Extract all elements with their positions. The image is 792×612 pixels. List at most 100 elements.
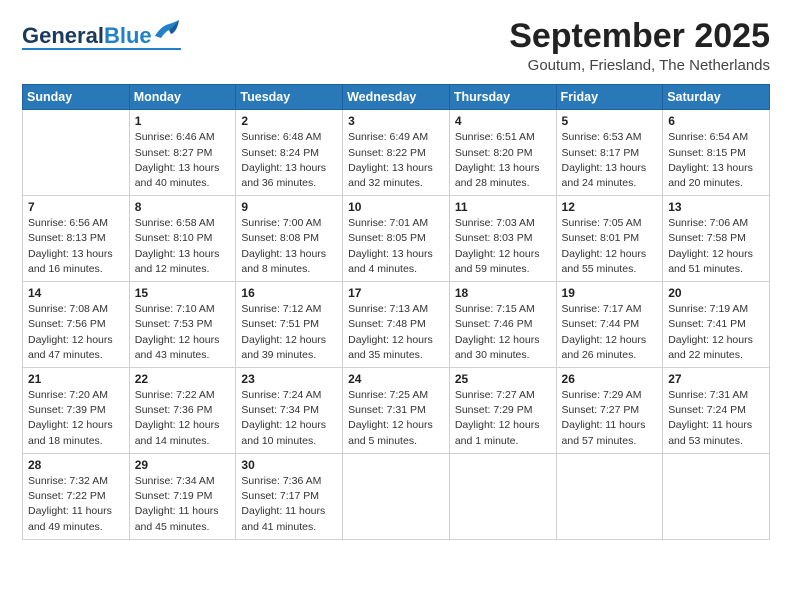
calendar-cell bbox=[23, 110, 130, 196]
day-number: 3 bbox=[348, 114, 444, 128]
calendar-cell: 4Sunrise: 6:51 AM Sunset: 8:20 PM Daylig… bbox=[449, 110, 556, 196]
calendar-cell: 14 Sunrise: 7:08 AM Sunset: 7:56 PM Dayli… bbox=[23, 282, 130, 368]
day-info: Sunrise: 7:13 AM Sunset: 7:48 PM Dayligh… bbox=[348, 302, 444, 363]
day-number: 10 bbox=[348, 200, 444, 214]
calendar-cell: 23 Sunrise: 7:24 AM Sunset: 7:34 PM Dayli… bbox=[236, 368, 343, 454]
day-info: Sunrise: 7:29 AM Sunset: 7:27 PM Dayligh… bbox=[562, 388, 658, 449]
day-info: Sunrise: 7:10 AM Sunset: 7:53 PM Dayligh… bbox=[135, 302, 231, 363]
day-number: 28 bbox=[28, 458, 124, 472]
day-info: Sunrise: 7:32 AM Sunset: 7:22 PM Dayligh… bbox=[28, 474, 124, 535]
col-header-monday: Monday bbox=[129, 85, 236, 110]
day-number: 17 bbox=[348, 286, 444, 300]
col-header-sunday: Sunday bbox=[23, 85, 130, 110]
calendar-cell: 6 Sunrise: 6:54 AM Sunset: 8:15 PM Daylig… bbox=[663, 110, 770, 196]
bird-icon bbox=[153, 18, 181, 40]
day-info: Sunrise: 7:12 AM Sunset: 7:51 PM Dayligh… bbox=[241, 302, 337, 363]
calendar-cell: 22Sunrise: 7:22 AM Sunset: 7:36 PM Dayli… bbox=[129, 368, 236, 454]
day-info: Sunrise: 7:19 AM Sunset: 7:41 PM Dayligh… bbox=[668, 302, 764, 363]
calendar-cell: 16Sunrise: 7:12 AM Sunset: 7:51 PM Dayli… bbox=[236, 282, 343, 368]
page: GeneralBlue September 2025 Goutum, Fries… bbox=[0, 0, 792, 550]
logo: GeneralBlue bbox=[22, 18, 181, 50]
calendar-cell: 17 Sunrise: 7:13 AM Sunset: 7:48 PM Dayli… bbox=[343, 282, 450, 368]
day-info: Sunrise: 7:00 AM Sunset: 8:08 PM Dayligh… bbox=[241, 216, 337, 277]
day-number: 29 bbox=[135, 458, 231, 472]
week-row-3: 14 Sunrise: 7:08 AM Sunset: 7:56 PM Dayli… bbox=[23, 282, 770, 368]
day-info: Sunrise: 6:51 AM Sunset: 8:20 PM Dayligh… bbox=[455, 130, 551, 191]
day-number: 13 bbox=[668, 200, 764, 214]
day-number: 18 bbox=[455, 286, 551, 300]
day-info: Sunrise: 6:54 AM Sunset: 8:15 PM Dayligh… bbox=[668, 130, 764, 191]
calendar-cell: 10 Sunrise: 7:01 AM Sunset: 8:05 PM Dayli… bbox=[343, 196, 450, 282]
day-number: 15 bbox=[135, 286, 231, 300]
day-info: Sunrise: 7:03 AM Sunset: 8:03 PM Dayligh… bbox=[455, 216, 551, 277]
day-info: Sunrise: 7:31 AM Sunset: 7:24 PM Dayligh… bbox=[668, 388, 764, 449]
day-number: 12 bbox=[562, 200, 658, 214]
month-title: September 2025 bbox=[509, 18, 770, 55]
day-number: 6 bbox=[668, 114, 764, 128]
calendar-cell: 11Sunrise: 7:03 AM Sunset: 8:03 PM Dayli… bbox=[449, 196, 556, 282]
day-number: 24 bbox=[348, 372, 444, 386]
title-block: September 2025 Goutum, Friesland, The Ne… bbox=[509, 18, 770, 74]
day-info: Sunrise: 7:22 AM Sunset: 7:36 PM Dayligh… bbox=[135, 388, 231, 449]
day-info: Sunrise: 7:20 AM Sunset: 7:39 PM Dayligh… bbox=[28, 388, 124, 449]
calendar-header-row: SundayMondayTuesdayWednesdayThursdayFrid… bbox=[23, 85, 770, 110]
col-header-wednesday: Wednesday bbox=[343, 85, 450, 110]
day-number: 25 bbox=[455, 372, 551, 386]
day-info: Sunrise: 7:17 AM Sunset: 7:44 PM Dayligh… bbox=[562, 302, 658, 363]
col-header-friday: Friday bbox=[556, 85, 663, 110]
logo-general: General bbox=[22, 23, 104, 48]
day-info: Sunrise: 7:15 AM Sunset: 7:46 PM Dayligh… bbox=[455, 302, 551, 363]
calendar-cell: 25 Sunrise: 7:27 AM Sunset: 7:29 PM Dayli… bbox=[449, 368, 556, 454]
day-number: 14 bbox=[28, 286, 124, 300]
day-number: 9 bbox=[241, 200, 337, 214]
day-number: 27 bbox=[668, 372, 764, 386]
calendar-cell bbox=[343, 453, 450, 539]
location: Goutum, Friesland, The Netherlands bbox=[509, 57, 770, 74]
day-info: Sunrise: 7:08 AM Sunset: 7:56 PM Dayligh… bbox=[28, 302, 124, 363]
calendar-cell: 21 Sunrise: 7:20 AM Sunset: 7:39 PM Dayli… bbox=[23, 368, 130, 454]
day-number: 7 bbox=[28, 200, 124, 214]
calendar-cell bbox=[449, 453, 556, 539]
logo-name: GeneralBlue bbox=[22, 25, 152, 47]
day-info: Sunrise: 6:46 AM Sunset: 8:27 PM Dayligh… bbox=[135, 130, 231, 191]
col-header-tuesday: Tuesday bbox=[236, 85, 343, 110]
day-info: Sunrise: 6:48 AM Sunset: 8:24 PM Dayligh… bbox=[241, 130, 337, 191]
day-info: Sunrise: 7:01 AM Sunset: 8:05 PM Dayligh… bbox=[348, 216, 444, 277]
day-info: Sunrise: 7:27 AM Sunset: 7:29 PM Dayligh… bbox=[455, 388, 551, 449]
calendar-cell: 20Sunrise: 7:19 AM Sunset: 7:41 PM Dayli… bbox=[663, 282, 770, 368]
col-header-thursday: Thursday bbox=[449, 85, 556, 110]
day-number: 5 bbox=[562, 114, 658, 128]
calendar-cell: 19 Sunrise: 7:17 AM Sunset: 7:44 PM Dayli… bbox=[556, 282, 663, 368]
calendar-cell: 30Sunrise: 7:36 AM Sunset: 7:17 PM Dayli… bbox=[236, 453, 343, 539]
calendar-cell: 8Sunrise: 6:58 AM Sunset: 8:10 PM Daylig… bbox=[129, 196, 236, 282]
week-row-5: 28 Sunrise: 7:32 AM Sunset: 7:22 PM Dayli… bbox=[23, 453, 770, 539]
day-number: 19 bbox=[562, 286, 658, 300]
logo-blue: Blue bbox=[104, 23, 152, 48]
calendar-cell: 18 Sunrise: 7:15 AM Sunset: 7:46 PM Dayli… bbox=[449, 282, 556, 368]
day-number: 26 bbox=[562, 372, 658, 386]
calendar: SundayMondayTuesdayWednesdayThursdayFrid… bbox=[22, 84, 770, 539]
calendar-cell: 29Sunrise: 7:34 AM Sunset: 7:19 PM Dayli… bbox=[129, 453, 236, 539]
day-info: Sunrise: 6:49 AM Sunset: 8:22 PM Dayligh… bbox=[348, 130, 444, 191]
calendar-cell: 3 Sunrise: 6:49 AM Sunset: 8:22 PM Daylig… bbox=[343, 110, 450, 196]
calendar-cell bbox=[663, 453, 770, 539]
day-number: 23 bbox=[241, 372, 337, 386]
day-info: Sunrise: 6:56 AM Sunset: 8:13 PM Dayligh… bbox=[28, 216, 124, 277]
calendar-cell: 12Sunrise: 7:05 AM Sunset: 8:01 PM Dayli… bbox=[556, 196, 663, 282]
calendar-cell: 9 Sunrise: 7:00 AM Sunset: 8:08 PM Daylig… bbox=[236, 196, 343, 282]
day-info: Sunrise: 7:25 AM Sunset: 7:31 PM Dayligh… bbox=[348, 388, 444, 449]
calendar-cell: 27 Sunrise: 7:31 AM Sunset: 7:24 PM Dayli… bbox=[663, 368, 770, 454]
calendar-cell: 2Sunrise: 6:48 AM Sunset: 8:24 PM Daylig… bbox=[236, 110, 343, 196]
calendar-cell bbox=[556, 453, 663, 539]
calendar-cell: 26 Sunrise: 7:29 AM Sunset: 7:27 PM Dayli… bbox=[556, 368, 663, 454]
calendar-cell: 1Sunrise: 6:46 AM Sunset: 8:27 PM Daylig… bbox=[129, 110, 236, 196]
day-number: 21 bbox=[28, 372, 124, 386]
day-info: Sunrise: 7:24 AM Sunset: 7:34 PM Dayligh… bbox=[241, 388, 337, 449]
calendar-cell: 28 Sunrise: 7:32 AM Sunset: 7:22 PM Dayli… bbox=[23, 453, 130, 539]
week-row-4: 21 Sunrise: 7:20 AM Sunset: 7:39 PM Dayli… bbox=[23, 368, 770, 454]
day-info: Sunrise: 6:53 AM Sunset: 8:17 PM Dayligh… bbox=[562, 130, 658, 191]
calendar-cell: 24 Sunrise: 7:25 AM Sunset: 7:31 PM Dayli… bbox=[343, 368, 450, 454]
day-info: Sunrise: 6:58 AM Sunset: 8:10 PM Dayligh… bbox=[135, 216, 231, 277]
header: GeneralBlue September 2025 Goutum, Fries… bbox=[22, 18, 770, 74]
day-number: 30 bbox=[241, 458, 337, 472]
